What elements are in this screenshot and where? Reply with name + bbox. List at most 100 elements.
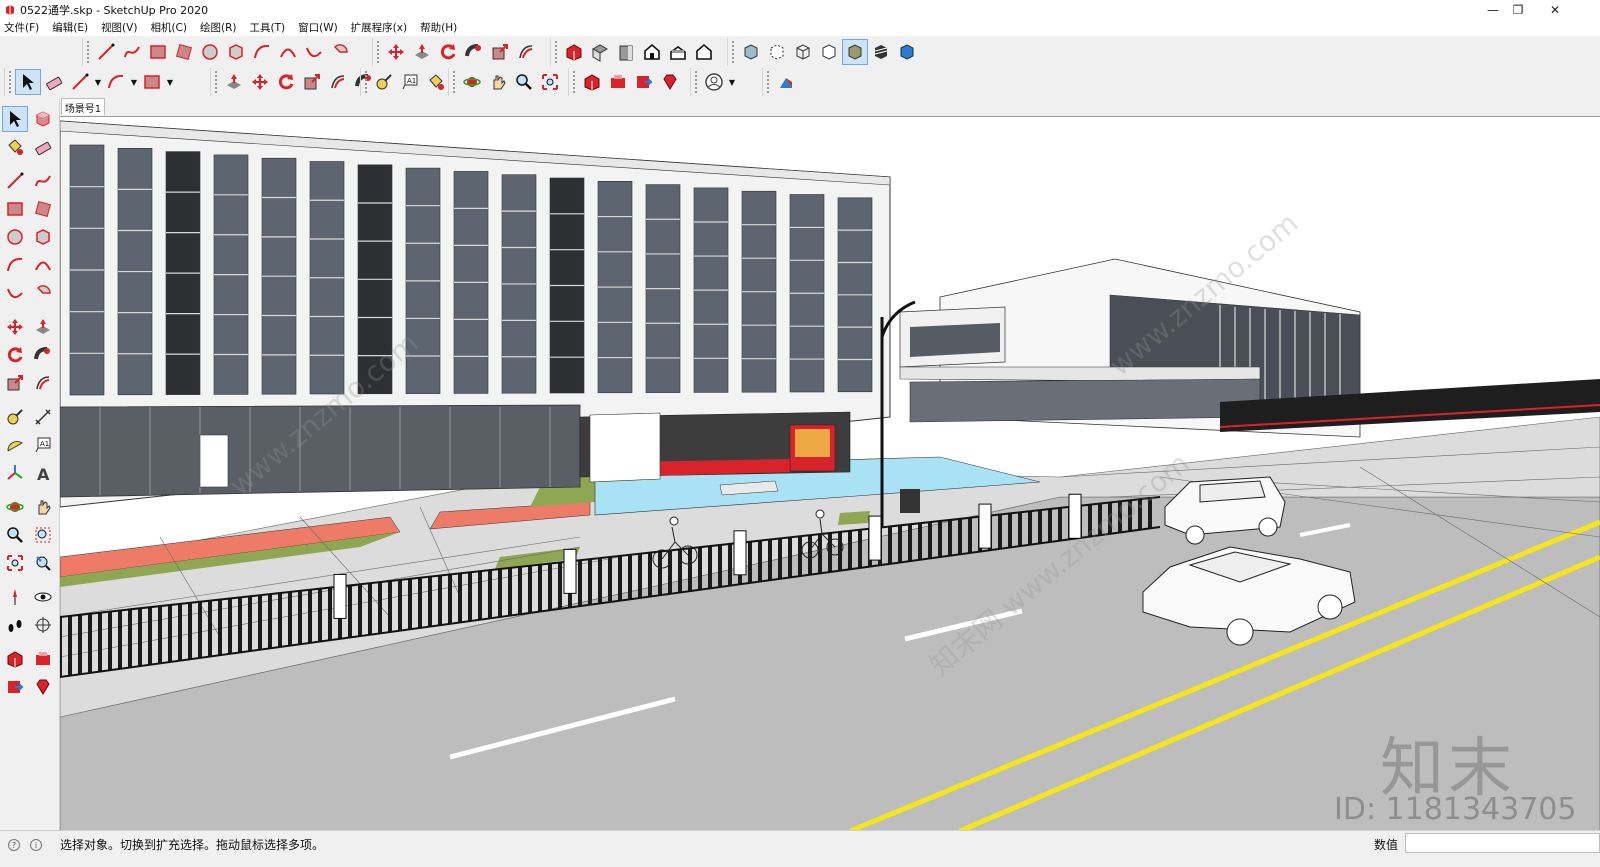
menu-item[interactable]: 编辑(E) bbox=[52, 20, 88, 35]
look-around-icon[interactable] bbox=[30, 584, 56, 610]
two-point-arc-icon[interactable] bbox=[275, 39, 301, 65]
protractor-icon[interactable] bbox=[2, 432, 28, 458]
position-camera-icon[interactable] bbox=[2, 584, 28, 610]
scale-icon[interactable] bbox=[299, 69, 325, 95]
toolbar-grip[interactable] bbox=[215, 71, 218, 93]
pie-icon[interactable] bbox=[30, 280, 56, 306]
chevron-down-icon[interactable]: ▼ bbox=[129, 69, 139, 95]
offset-icon[interactable] bbox=[325, 69, 351, 95]
freehand-icon[interactable] bbox=[119, 39, 145, 65]
offset-icon[interactable] bbox=[513, 39, 539, 65]
scene-tab[interactable]: 场景号1 bbox=[61, 98, 105, 115]
info-icon[interactable]: i bbox=[30, 839, 42, 851]
dimension-icon[interactable] bbox=[30, 404, 56, 430]
front-view-icon[interactable] bbox=[613, 39, 639, 65]
warehouse-icon[interactable] bbox=[561, 39, 587, 65]
close-icon[interactable]: ✕ bbox=[1540, 0, 1570, 19]
rotate-icon[interactable] bbox=[2, 342, 28, 368]
ruby-icon[interactable] bbox=[657, 69, 683, 95]
line-icon[interactable] bbox=[67, 69, 93, 95]
menu-item[interactable]: 绘图(R) bbox=[200, 20, 237, 35]
make-component-icon[interactable] bbox=[30, 106, 56, 132]
chevron-down-icon[interactable]: ▼ bbox=[165, 69, 175, 95]
zoom-previous-icon[interactable] bbox=[30, 550, 56, 576]
line-icon[interactable] bbox=[93, 39, 119, 65]
circle-icon[interactable] bbox=[197, 39, 223, 65]
polygon-icon[interactable] bbox=[223, 39, 249, 65]
eraser-icon[interactable] bbox=[30, 134, 56, 160]
back-edges-icon[interactable] bbox=[764, 39, 790, 65]
scale-icon[interactable] bbox=[2, 370, 28, 396]
shaded-textures-icon[interactable] bbox=[868, 39, 894, 65]
rectangle-icon[interactable] bbox=[139, 69, 165, 95]
tape-measure-icon[interactable] bbox=[371, 69, 397, 95]
user-icon[interactable] bbox=[701, 69, 727, 95]
toolbar-grip[interactable] bbox=[767, 71, 770, 93]
measurements-input[interactable] bbox=[1405, 833, 1600, 853]
offset-icon[interactable] bbox=[30, 370, 56, 396]
section-icon[interactable] bbox=[773, 69, 799, 95]
orbit-icon[interactable] bbox=[459, 69, 485, 95]
menu-item[interactable]: 视图(V) bbox=[101, 20, 137, 35]
text-icon[interactable]: A1 bbox=[397, 69, 423, 95]
toolbar-grip[interactable] bbox=[453, 71, 456, 93]
left-view-icon[interactable] bbox=[691, 39, 717, 65]
tape-measure-icon[interactable] bbox=[2, 404, 28, 430]
send-to-layout-icon[interactable] bbox=[2, 674, 28, 700]
menu-item[interactable]: 窗口(W) bbox=[298, 20, 338, 35]
select-icon[interactable] bbox=[15, 69, 41, 95]
menu-item[interactable]: 帮助(H) bbox=[420, 20, 457, 35]
walk-icon[interactable] bbox=[2, 612, 28, 638]
three-point-arc-icon[interactable] bbox=[301, 39, 327, 65]
section-plane-icon[interactable] bbox=[30, 612, 56, 638]
arc-icon[interactable] bbox=[103, 69, 129, 95]
extension-warehouse-icon[interactable] bbox=[30, 646, 56, 672]
move-icon[interactable] bbox=[383, 39, 409, 65]
rotate-icon[interactable] bbox=[435, 39, 461, 65]
3d-model-scene[interactable]: www.znzmo.com www.znzmo.com 知末网 www.znzm… bbox=[60, 117, 1600, 830]
right-view-icon[interactable] bbox=[639, 39, 665, 65]
arc-icon[interactable] bbox=[2, 252, 28, 278]
wireframe-icon[interactable] bbox=[790, 39, 816, 65]
rotate-icon[interactable] bbox=[273, 69, 299, 95]
move-icon[interactable] bbox=[247, 69, 273, 95]
ruby-icon[interactable] bbox=[30, 674, 56, 700]
toolbar-grip[interactable] bbox=[555, 41, 558, 63]
text-icon[interactable]: A1 bbox=[30, 432, 56, 458]
pan-icon[interactable] bbox=[485, 69, 511, 95]
toolbar-grip[interactable] bbox=[732, 41, 735, 63]
two-point-arc-icon[interactable] bbox=[30, 252, 56, 278]
polygon-icon[interactable] bbox=[30, 224, 56, 250]
orbit-icon[interactable] bbox=[2, 494, 28, 520]
rectangle-icon[interactable] bbox=[145, 39, 171, 65]
pie-icon[interactable] bbox=[327, 39, 353, 65]
paint-bucket-icon[interactable] bbox=[423, 69, 449, 95]
warehouse-icon[interactable] bbox=[2, 646, 28, 672]
send-to-layout-icon[interactable] bbox=[631, 69, 657, 95]
back-view-icon[interactable] bbox=[665, 39, 691, 65]
toolbar-grip[interactable] bbox=[87, 41, 90, 63]
zoom-icon[interactable] bbox=[511, 69, 537, 95]
toolbar-grip[interactable] bbox=[365, 71, 368, 93]
three-point-arc-icon[interactable] bbox=[2, 280, 28, 306]
select-icon[interactable] bbox=[2, 106, 28, 132]
3d-text-icon[interactable]: A bbox=[30, 460, 56, 486]
zoom-icon[interactable] bbox=[2, 522, 28, 548]
toolbar-grip[interactable] bbox=[695, 71, 698, 93]
push-pull-icon[interactable] bbox=[221, 69, 247, 95]
restore-icon[interactable]: ❐ bbox=[1503, 0, 1533, 19]
geo-location-icon[interactable]: ? bbox=[8, 839, 20, 851]
top-view-icon[interactable] bbox=[587, 39, 613, 65]
hidden-line-icon[interactable] bbox=[816, 39, 842, 65]
rotated-rectangle-icon[interactable] bbox=[171, 39, 197, 65]
axes-icon[interactable] bbox=[2, 460, 28, 486]
menu-item[interactable]: 扩展程序(x) bbox=[351, 20, 407, 35]
push-pull-icon[interactable] bbox=[30, 314, 56, 340]
chevron-down-icon[interactable]: ▼ bbox=[727, 69, 737, 95]
follow-me-icon[interactable] bbox=[461, 39, 487, 65]
zoom-window-icon[interactable] bbox=[30, 522, 56, 548]
zoom-extents-icon[interactable] bbox=[2, 550, 28, 576]
pan-icon[interactable] bbox=[30, 494, 56, 520]
rectangle-icon[interactable] bbox=[2, 196, 28, 222]
move-icon[interactable] bbox=[2, 314, 28, 340]
